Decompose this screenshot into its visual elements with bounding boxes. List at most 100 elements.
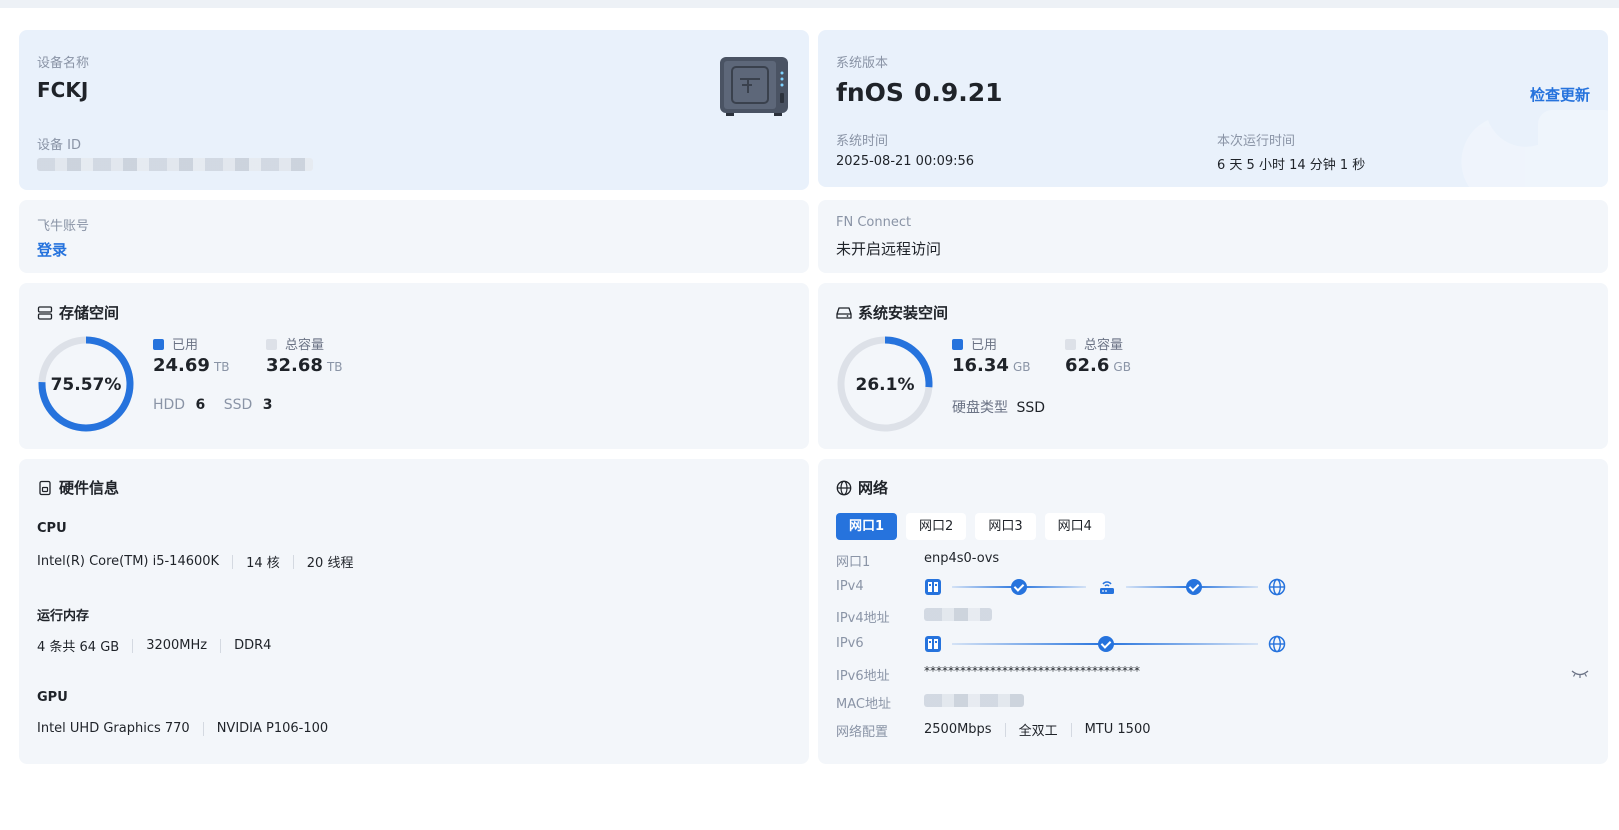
memory-label: 运行内存 [37, 609, 90, 624]
system-space-title: 系统安装空间 [836, 302, 948, 323]
storage-total-legend: 总容量 [266, 334, 324, 353]
port-label: 网口1 [836, 555, 871, 570]
ipv4-internet-globe-icon [1268, 578, 1286, 596]
storage-total-label: 总容量 [285, 338, 325, 353]
total-swatch [1065, 339, 1076, 350]
ipv4-nic-check-icon [1011, 579, 1027, 595]
network-card: 网络 网口1 网口2 网口3 网口4 网口1 enp4s0-ovs IPv4 I… [818, 459, 1608, 764]
device-chip-icon [39, 480, 51, 495]
fn-connect-status: 未开启远程访问 [836, 240, 942, 258]
device-card: 设备名称 FCKJ 设备 ID [19, 30, 809, 190]
tab-port-2[interactable]: 网口2 [906, 513, 967, 540]
ipv4-address-redacted [924, 608, 992, 621]
storage-percent-text: 75.57% [51, 375, 122, 395]
login-link[interactable]: 登录 [37, 239, 67, 260]
ipv6-internet-globe-icon [1268, 635, 1286, 653]
mac-address-redacted [924, 694, 1024, 707]
system-space-usage-ring: 26.1% [837, 336, 933, 432]
tab-port-4[interactable]: 网口4 [1044, 513, 1105, 540]
uptime-label: 本次运行时间 [1217, 134, 1296, 149]
hardware-title: 硬件信息 [37, 477, 119, 498]
system-time-label: 系统时间 [836, 134, 889, 149]
ipv4-nic-icon [925, 579, 941, 595]
globe-icon [836, 480, 852, 495]
gpu-1: Intel UHD Graphics 770 [37, 721, 190, 736]
separator [1070, 722, 1072, 737]
device-id-redacted [37, 158, 313, 171]
ipv4-label: IPv4 [836, 579, 864, 594]
memory-size: 4 条共 64 GB [37, 640, 120, 655]
storage-title: 存储空间 [37, 302, 119, 323]
network-title: 网络 [836, 477, 888, 498]
duplex-mode: 全双工 [1018, 724, 1058, 739]
cpu-cores: 14 核 [246, 556, 280, 571]
hardware-title-text: 硬件信息 [59, 479, 120, 497]
tab-port-1[interactable]: 网口1 [836, 513, 898, 540]
device-name-label: 设备名称 [37, 56, 90, 71]
link-speed: 2500Mbps [924, 722, 992, 737]
tab-port-3[interactable]: 网口3 [975, 513, 1036, 540]
storage-total: 32.68 TB [266, 355, 343, 376]
disk-counts: HDD 6 SSD 3 [153, 397, 273, 413]
fn-connect-label: FN Connect [836, 215, 912, 230]
storage-usage-ring: 75.57% [38, 336, 134, 432]
fn-connect-card: FN Connect 未开启远程访问 [818, 200, 1608, 273]
storage-used-legend: 已用 [153, 334, 198, 353]
check-update-link[interactable]: 检查更新 [1530, 84, 1590, 105]
memory-speed: 3200MHz [146, 638, 208, 653]
system-space-percent-text: 26.1% [856, 375, 915, 395]
total-swatch [266, 339, 277, 350]
memory-type: DDR4 [234, 638, 272, 653]
storage-used: 24.69 TB [153, 355, 230, 376]
storage-used-label: 已用 [172, 338, 199, 353]
ipv6-nic-icon [925, 636, 941, 652]
system-space-total-legend: 总容量 [1065, 334, 1123, 353]
memory-info-row: 4 条共 64 GB 3200MHz DDR4 [37, 636, 271, 655]
separator [220, 638, 222, 653]
system-space-total-unit: GB [1113, 360, 1131, 374]
device-name: FCKJ [37, 78, 89, 102]
hdd-label: HDD [153, 397, 186, 413]
cpu-model: Intel(R) Core(TM) i5-14600K [37, 554, 220, 569]
system-space-used-label: 已用 [971, 338, 998, 353]
separator [132, 638, 134, 653]
ipv6-address-label: IPv6地址 [836, 669, 890, 684]
system-space-title-text: 系统安装空间 [858, 304, 949, 322]
mac-address-label: MAC地址 [836, 697, 891, 712]
disk-type-value: SSD [1016, 400, 1046, 416]
system-time: 2025-08-21 00:09:56 [836, 154, 975, 169]
device-id-label: 设备 ID [37, 138, 81, 153]
system-space-total-value: 62.6 [1065, 355, 1110, 376]
hardware-card: 硬件信息 CPU Intel(R) Core(TM) i5-14600K 14 … [19, 459, 809, 764]
separator [202, 721, 204, 736]
used-swatch [952, 339, 963, 350]
separator [232, 554, 234, 569]
uptime: 6 天 5 小时 14 分钟 1 秒 [1217, 158, 1366, 173]
network-title-text: 网络 [858, 479, 889, 497]
fnos-watermark-icon [1461, 110, 1608, 187]
ipv6-address-masked: ************************************ [924, 664, 1140, 678]
eye-closed-icon[interactable] [1571, 668, 1589, 680]
system-space-total-label: 总容量 [1084, 338, 1124, 353]
disk-type: 硬盘类型 SSD [952, 397, 1045, 417]
gpu-label: GPU [37, 690, 68, 705]
separator [1004, 722, 1006, 737]
gpu-info-row: Intel UHD Graphics 770 NVIDIA P106-100 [37, 721, 328, 736]
system-space-card: 系统安装空间 26.1% 已用 总容量 16.34 GB 62.6 GB 硬盘类型 … [818, 283, 1608, 449]
ipv4-router-check-icon [1186, 579, 1202, 595]
storage-title-text: 存储空间 [59, 304, 120, 322]
network-port-tabs: 网口1 网口2 网口3 网口4 [836, 513, 1105, 540]
mtu: MTU 1500 [1084, 722, 1151, 737]
ipv6-check-icon [1098, 636, 1114, 652]
cpu-label: CPU [37, 521, 67, 536]
os-version: 0.9.21 [914, 78, 1003, 107]
ssd-label: SSD [223, 397, 253, 413]
system-space-used-value: 16.34 [952, 355, 1009, 376]
system-version-card: 系统版本 fnOS 0.9.21 检查更新 系统时间 2025-08-21 00… [818, 30, 1608, 187]
disk-type-label: 硬盘类型 [952, 400, 1008, 416]
nas-device-icon [720, 57, 788, 116]
storage-used-value: 24.69 [153, 355, 210, 376]
fn-account-card: 飞牛账号 登录 [19, 200, 809, 273]
top-bar [0, 0, 1619, 8]
separator [292, 554, 294, 569]
